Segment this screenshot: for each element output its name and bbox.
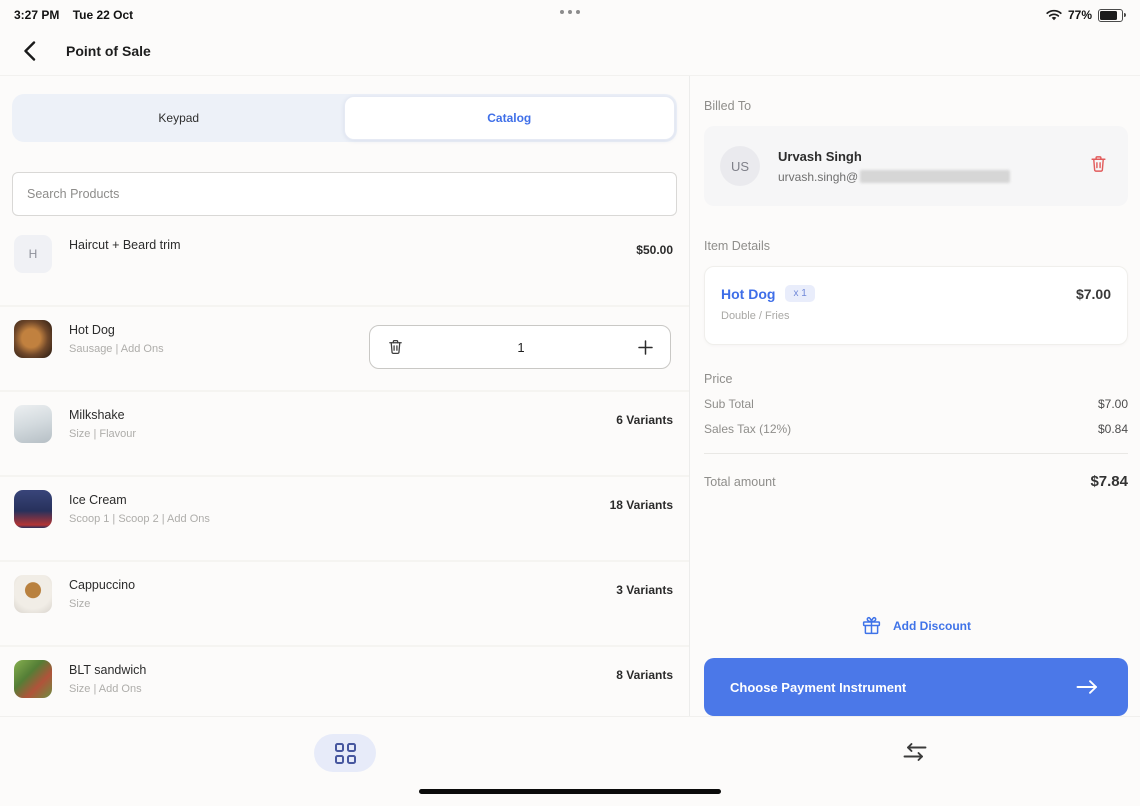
cart-item-price: $7.00 bbox=[1076, 286, 1111, 302]
customer-email: urvash.singh@ bbox=[778, 170, 1010, 184]
back-button[interactable] bbox=[16, 38, 42, 64]
product-name: Hot Dog bbox=[69, 323, 164, 337]
price-summary: Price Sub Total $7.00 Sales Tax (12%) $0… bbox=[704, 372, 1128, 490]
product-subtitle: Size | Flavour bbox=[69, 428, 136, 440]
product-row-haircut[interactable]: H Haircut + Beard trim $50.00 bbox=[0, 222, 689, 307]
billed-to-label: Billed To bbox=[704, 99, 1128, 113]
status-time: 3:27 PM bbox=[14, 8, 59, 22]
price-label: Price bbox=[704, 372, 1128, 386]
search-input[interactable] bbox=[13, 187, 676, 201]
search-box bbox=[12, 172, 677, 216]
back-chevron-icon bbox=[25, 42, 34, 59]
swap-panels-button[interactable] bbox=[901, 742, 929, 762]
gift-icon bbox=[861, 615, 882, 636]
product-thumbnail bbox=[14, 660, 52, 698]
product-subtitle: Size | Add Ons bbox=[69, 683, 146, 695]
trash-icon bbox=[387, 338, 404, 356]
battery-icon bbox=[1098, 9, 1123, 22]
subtotal-value: $7.00 bbox=[1098, 397, 1128, 411]
remove-customer-button[interactable] bbox=[1089, 154, 1108, 179]
product-price: $50.00 bbox=[636, 235, 673, 257]
subtotal-row: Sub Total $7.00 bbox=[704, 397, 1128, 411]
product-thumbnail bbox=[14, 490, 52, 528]
customer-avatar: US bbox=[720, 146, 760, 186]
product-thumbnail bbox=[14, 320, 52, 358]
email-redacted-blur bbox=[860, 170, 1010, 183]
status-bar: 3:27 PM Tue 22 Oct 77% bbox=[0, 0, 1140, 26]
product-list[interactable]: H Haircut + Beard trim $50.00 Hot Dog Sa… bbox=[0, 222, 689, 716]
nav-bar: Point of Sale bbox=[0, 26, 1140, 76]
price-divider bbox=[704, 453, 1128, 454]
battery-percent: 77% bbox=[1068, 8, 1092, 22]
home-indicator[interactable] bbox=[419, 789, 721, 794]
cart-item-qty-badge: x 1 bbox=[785, 285, 814, 302]
add-discount-button[interactable]: Add Discount bbox=[704, 615, 1128, 636]
pos-app: 3:27 PM Tue 22 Oct 77% bbox=[0, 0, 1140, 806]
product-thumbnail bbox=[14, 405, 52, 443]
total-value: $7.84 bbox=[1090, 473, 1128, 490]
wifi-icon bbox=[1046, 9, 1062, 21]
remove-item-button[interactable] bbox=[387, 338, 404, 356]
battery-tip bbox=[1124, 13, 1126, 17]
product-subtitle: Sausage | Add Ons bbox=[69, 343, 164, 355]
customer-name: Urvash Singh bbox=[778, 149, 1010, 164]
increase-quantity-button[interactable] bbox=[638, 340, 653, 355]
trash-icon bbox=[1089, 154, 1108, 174]
cart-panel: Billed To US Urvash Singh urvash.singh@ bbox=[690, 76, 1140, 716]
status-date: Tue 22 Oct bbox=[73, 8, 133, 22]
product-name: Milkshake bbox=[69, 408, 136, 422]
subtotal-label: Sub Total bbox=[704, 397, 754, 411]
product-variants: 6 Variants bbox=[616, 405, 673, 427]
cart-item-name: Hot Dog bbox=[721, 286, 775, 302]
tax-value: $0.84 bbox=[1098, 422, 1128, 436]
main-content: Keypad Catalog H Haircut + Beard trim $5… bbox=[0, 76, 1140, 716]
product-initial-avatar: H bbox=[14, 235, 52, 273]
product-subtitle: Size bbox=[69, 598, 135, 610]
product-variants: 18 Variants bbox=[610, 490, 673, 512]
choose-payment-label: Choose Payment Instrument bbox=[730, 680, 906, 695]
tab-catalog[interactable]: Catalog bbox=[344, 96, 676, 140]
product-row-icecream[interactable]: Ice Cream Scoop 1 | Scoop 2 | Add Ons 18… bbox=[0, 477, 689, 562]
catalog-panel: Keypad Catalog H Haircut + Beard trim $5… bbox=[0, 76, 690, 716]
status-left: 3:27 PM Tue 22 Oct bbox=[14, 8, 143, 22]
product-row-cappuccino[interactable]: Cappuccino Size 3 Variants bbox=[0, 562, 689, 647]
tax-row: Sales Tax (12%) $0.84 bbox=[704, 422, 1128, 436]
grid-view-button[interactable] bbox=[314, 734, 376, 772]
choose-payment-button[interactable]: Choose Payment Instrument bbox=[704, 658, 1128, 716]
customer-card: US Urvash Singh urvash.singh@ bbox=[704, 126, 1128, 206]
product-subtitle: Scoop 1 | Scoop 2 | Add Ons bbox=[69, 513, 210, 525]
quantity-value: 1 bbox=[517, 340, 524, 355]
product-variants: 8 Variants bbox=[616, 660, 673, 682]
item-details-label: Item Details bbox=[704, 239, 1128, 253]
cart-item-card[interactable]: Hot Dog x 1 $7.00 Double / Fries bbox=[704, 266, 1128, 345]
product-variants: 3 Variants bbox=[616, 575, 673, 597]
page-title: Point of Sale bbox=[66, 43, 151, 59]
plus-icon bbox=[638, 340, 653, 355]
product-name: Haircut + Beard trim bbox=[69, 238, 181, 252]
product-name: BLT sandwich bbox=[69, 663, 146, 677]
mode-tabbar: Keypad Catalog bbox=[12, 94, 677, 142]
tab-keypad[interactable]: Keypad bbox=[14, 96, 344, 140]
total-row: Total amount $7.84 bbox=[704, 473, 1128, 490]
product-name: Cappuccino bbox=[69, 578, 135, 592]
add-discount-label: Add Discount bbox=[893, 619, 971, 633]
total-label: Total amount bbox=[704, 475, 776, 489]
product-row-blt[interactable]: BLT sandwich Size | Add Ons 8 Variants bbox=[0, 647, 689, 716]
quantity-stepper: 1 bbox=[369, 325, 671, 369]
tax-label: Sales Tax (12%) bbox=[704, 422, 791, 436]
product-row-hotdog[interactable]: Hot Dog Sausage | Add Ons 1 bbox=[0, 307, 689, 392]
grid-icon bbox=[335, 743, 356, 764]
status-right: 77% bbox=[1046, 8, 1126, 22]
status-dots-icon bbox=[560, 10, 580, 14]
swap-arrows-icon bbox=[901, 742, 929, 762]
product-name: Ice Cream bbox=[69, 493, 210, 507]
cart-item-variant: Double / Fries bbox=[721, 310, 1111, 322]
arrow-right-icon bbox=[1076, 679, 1098, 695]
product-row-milkshake[interactable]: Milkshake Size | Flavour 6 Variants bbox=[0, 392, 689, 477]
product-thumbnail bbox=[14, 575, 52, 613]
